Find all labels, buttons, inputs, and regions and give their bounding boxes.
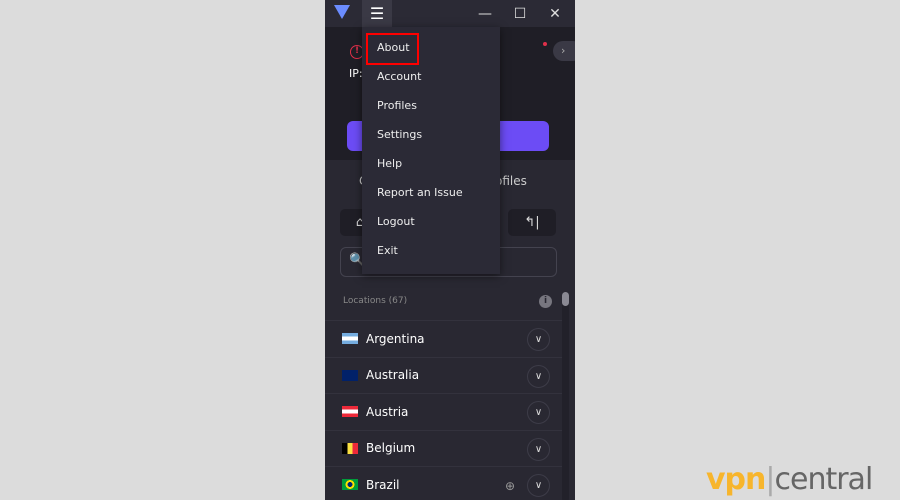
menu-item-help[interactable]: Help: [377, 154, 402, 174]
expand-arrow-button[interactable]: ›: [553, 41, 575, 61]
highlight-box: [366, 33, 419, 65]
menu-item-report-an-issue[interactable]: Report an Issue: [377, 183, 463, 203]
menu-item-exit[interactable]: Exit: [377, 241, 398, 261]
maximize-button[interactable]: ☐: [505, 0, 535, 27]
menu-item-settings[interactable]: Settings: [377, 125, 422, 145]
globe-icon[interactable]: ⊕: [505, 479, 515, 493]
flag-icon: [342, 479, 358, 491]
flag-icon: [342, 442, 358, 454]
flag-icon: [342, 369, 358, 381]
location-row[interactable]: Argentina ∨: [325, 320, 562, 357]
location-name: Australia: [366, 368, 420, 383]
chevron-down-icon[interactable]: ∨: [527, 401, 550, 424]
location-row[interactable]: Austria ∨: [325, 393, 562, 430]
info-icon[interactable]: i: [539, 295, 552, 308]
chevron-down-icon[interactable]: ∨: [527, 364, 550, 388]
locations-header: Locations (67): [343, 296, 408, 306]
flag-icon: [342, 333, 358, 345]
chevron-down-icon[interactable]: ∨: [527, 437, 550, 461]
scrollbar[interactable]: [562, 292, 569, 500]
notification-dot: [543, 42, 547, 46]
collapse-button[interactable]: ↰|: [508, 209, 556, 236]
ip-label: IP:: [349, 67, 363, 80]
hamburger-menu-button[interactable]: ☰: [362, 0, 392, 27]
location-row[interactable]: Belgium ∨: [325, 429, 562, 467]
title-bar: ☰ — ☐ ✕: [325, 0, 575, 27]
scrollbar-thumb[interactable]: [562, 292, 569, 306]
menu-item-account[interactable]: Account: [377, 67, 421, 87]
location-name: Argentina: [366, 331, 425, 346]
app-logo: [334, 5, 350, 19]
vpncentral-watermark: vpn|central: [706, 462, 873, 497]
location-name: Austria: [366, 404, 409, 419]
close-button[interactable]: ✕: [540, 0, 570, 27]
minimize-button[interactable]: —: [470, 0, 500, 27]
menu-item-logout[interactable]: Logout: [377, 212, 415, 232]
flag-icon: [342, 406, 358, 418]
chevron-down-icon[interactable]: ∨: [527, 474, 550, 497]
location-row[interactable]: Brazil ⊕ ∨: [325, 466, 562, 500]
locations-list: Argentina ∨ Australia ∨ Austria ∨ Belgium ∨ Braz…: [325, 320, 562, 500]
chevron-down-icon[interactable]: ∨: [527, 328, 550, 351]
menu-item-profiles[interactable]: Profiles: [377, 96, 417, 116]
location-name: Brazil: [366, 477, 400, 492]
location-name: Belgium: [366, 441, 416, 456]
location-row[interactable]: Australia ∨: [325, 356, 562, 394]
